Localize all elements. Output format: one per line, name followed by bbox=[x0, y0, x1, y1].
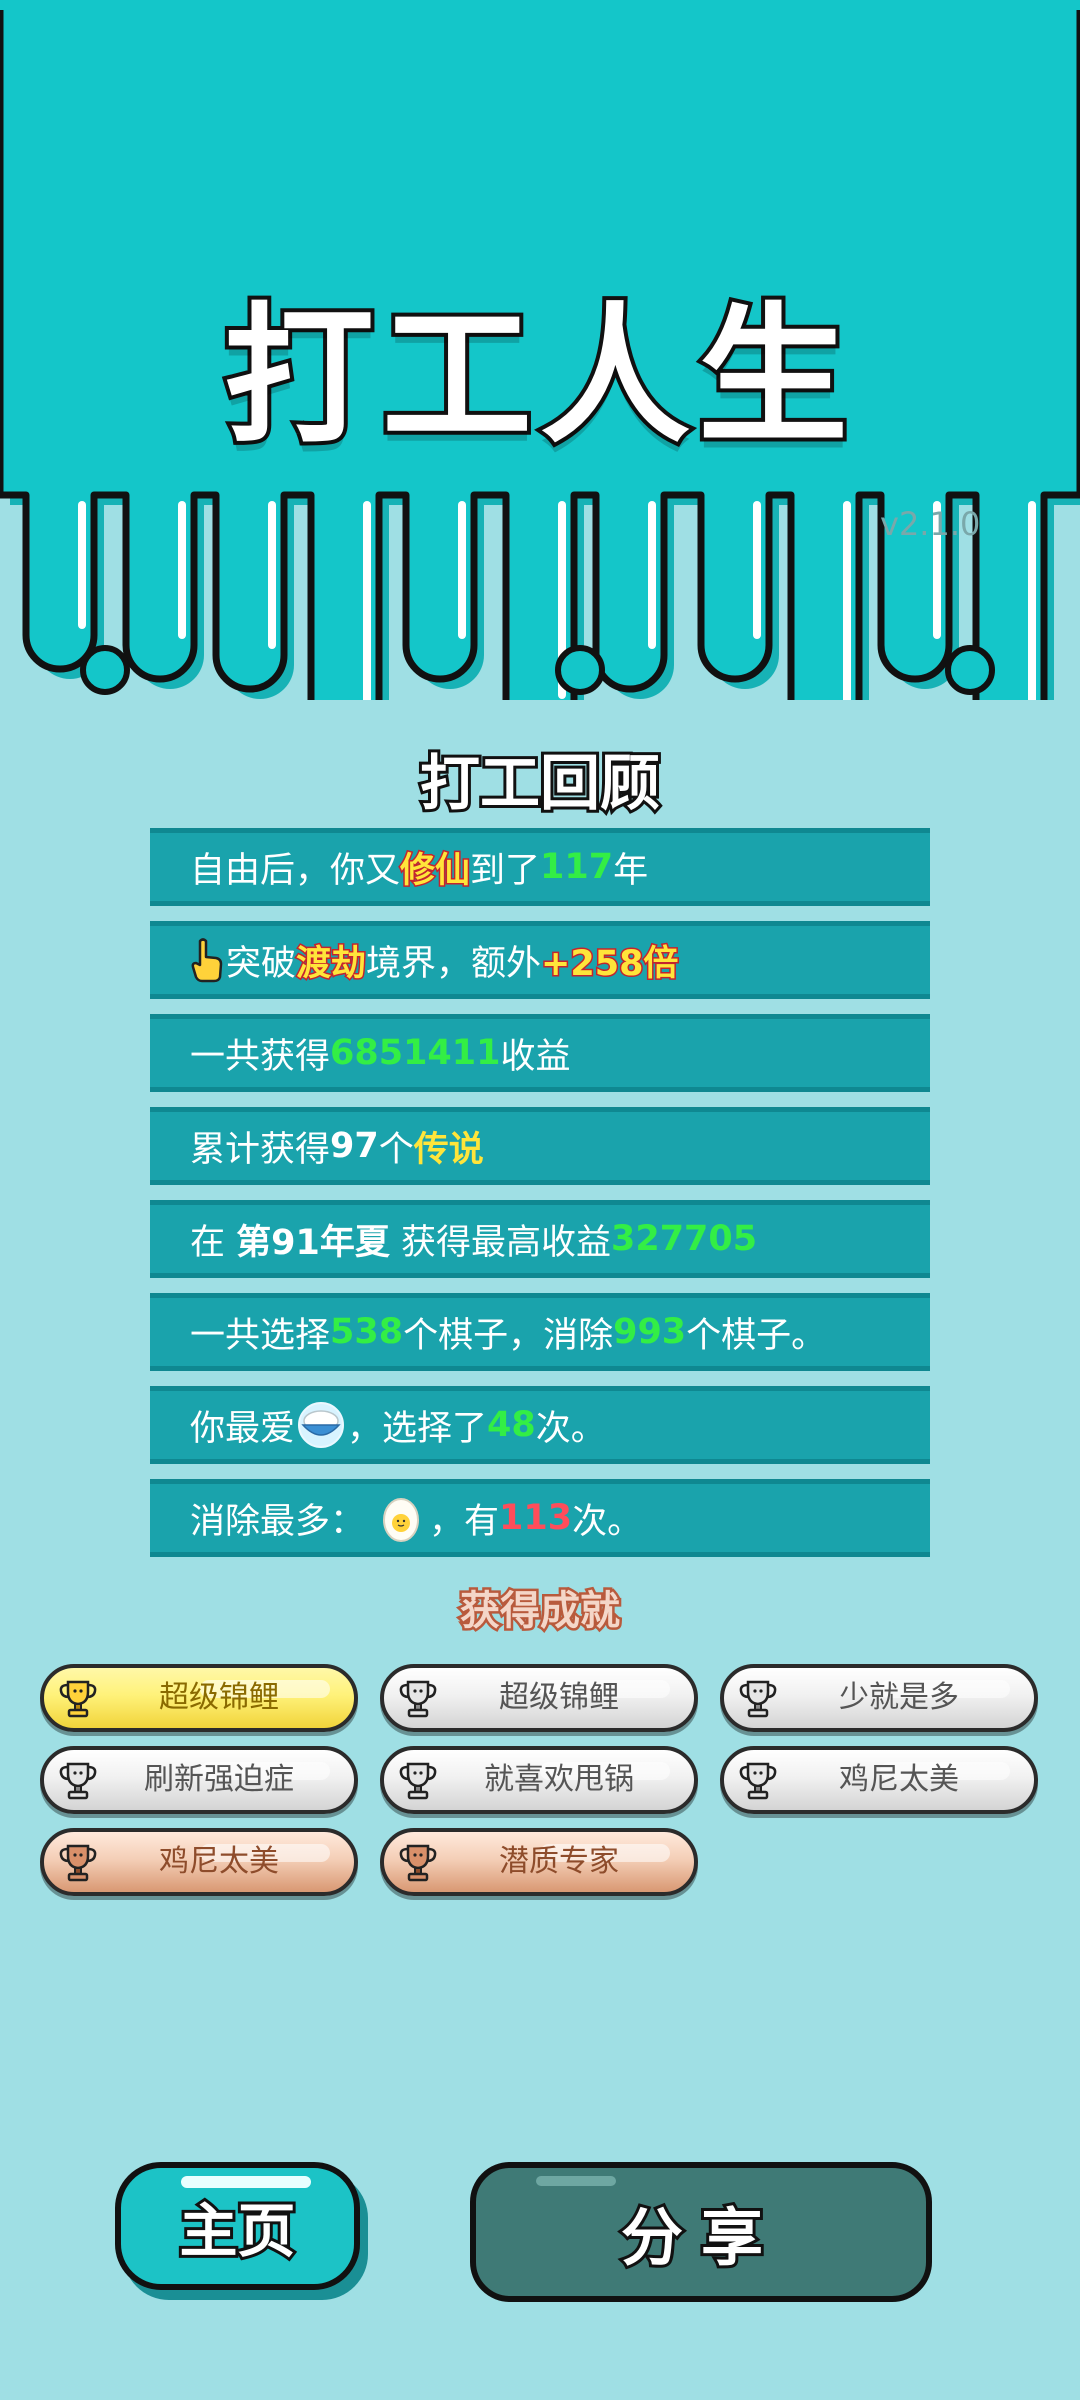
egg-icon bbox=[383, 1498, 420, 1542]
droplet bbox=[555, 645, 605, 695]
trophy-icon bbox=[59, 1762, 97, 1800]
review-text-segment: 突破 bbox=[226, 943, 297, 984]
achievement-label: 潜质专家 bbox=[499, 1844, 619, 1879]
review-row: 一共选择 538 个棋子，消除 993 个棋子。 bbox=[150, 1293, 930, 1371]
home-button-label: 主页 bbox=[176, 2194, 298, 2268]
review-text-segment: 个棋子。 bbox=[686, 1315, 827, 1356]
trophy-icon bbox=[399, 1680, 437, 1718]
achievement-label: 鸡尼太美 bbox=[159, 1844, 279, 1879]
achievement-badge[interactable]: 潜质专家 bbox=[380, 1828, 698, 1896]
home-button[interactable]: 主页 bbox=[115, 2162, 360, 2290]
version-label: v2.1.0 bbox=[880, 505, 981, 543]
rice-bowl-icon bbox=[298, 1402, 345, 1448]
review-row: 累计获得 97 个传说 bbox=[150, 1107, 930, 1185]
share-button[interactable]: 分享 bbox=[470, 2162, 932, 2302]
achievement-badge[interactable]: 超级锦鲤 bbox=[40, 1664, 358, 1732]
review-text-segment: 在 bbox=[190, 1222, 237, 1263]
review-text-segment: 传说 bbox=[413, 1129, 484, 1170]
achievement-label: 超级锦鲤 bbox=[159, 1680, 279, 1715]
trophy-icon bbox=[399, 1844, 437, 1882]
review-text-segment: 次。 bbox=[572, 1501, 643, 1542]
achievement-label: 鸡尼太美 bbox=[839, 1762, 959, 1797]
trophy-icon bbox=[59, 1680, 97, 1718]
header-fill bbox=[0, 0, 1080, 10]
review-row: 自由后，你又 修仙 到了 117 年 bbox=[150, 828, 930, 906]
review-text-segment: +258倍 bbox=[540, 942, 680, 985]
review-text-segment: 97 bbox=[330, 1126, 379, 1166]
share-button-label: 分享 bbox=[618, 2198, 781, 2277]
review-text-segment: 次。 bbox=[535, 1408, 606, 1449]
droplet bbox=[945, 645, 995, 695]
review-text-segment: 个棋子，消除 bbox=[403, 1315, 614, 1356]
review-text-segment: 一共选择 bbox=[190, 1315, 331, 1356]
review-text-segment: 获得最高收益 bbox=[389, 1222, 611, 1263]
review-text-segment: 消除最多： bbox=[190, 1501, 366, 1542]
review-text-segment: 自由后，你又 bbox=[190, 850, 401, 891]
button-highlight bbox=[181, 2176, 311, 2188]
review-text-segment: 个 bbox=[378, 1129, 414, 1170]
trophy-icon bbox=[739, 1762, 777, 1800]
achievement-badge[interactable]: 刷新强迫症 bbox=[40, 1746, 358, 1814]
pointing-hand-icon bbox=[191, 938, 223, 983]
achievement-badge[interactable]: 超级锦鲤 bbox=[380, 1664, 698, 1732]
achievement-badge[interactable]: 就喜欢甩锅 bbox=[380, 1746, 698, 1814]
achievement-badge[interactable]: 鸡尼太美 bbox=[720, 1746, 1038, 1814]
review-text-segment: 一共获得 bbox=[190, 1036, 331, 1077]
review-text-segment: 累计获得 bbox=[190, 1129, 331, 1170]
review-row: 消除最多： ，有 113 次。 bbox=[150, 1479, 930, 1557]
app-title: 打工人生 bbox=[220, 286, 856, 468]
review-text-segment: 327705 bbox=[611, 1219, 758, 1259]
button-highlight bbox=[536, 2176, 616, 2186]
review-row: 一共获得 6851411 收益 bbox=[150, 1014, 930, 1092]
review-text-segment: 113 bbox=[499, 1498, 573, 1538]
review-row: 突破 渡劫 境界，额外 +258倍 bbox=[150, 921, 930, 999]
review-text-segment: 6851411 bbox=[330, 1033, 501, 1073]
review-text-segment: 48 bbox=[487, 1405, 536, 1445]
review-text-segment: ，选择了 bbox=[347, 1408, 488, 1449]
review-row: 你最爱 ，选择了 48 次。 bbox=[150, 1386, 930, 1464]
review-text-segment: 修仙 bbox=[399, 849, 472, 892]
achievement-label: 少就是多 bbox=[839, 1680, 959, 1715]
review-title: 打工回顾 bbox=[417, 746, 663, 822]
review-text-segment: 117 bbox=[540, 847, 614, 887]
review-text-segment: 境界，额外 bbox=[366, 943, 542, 984]
droplet bbox=[80, 645, 130, 695]
achievements-title: 获得成就 bbox=[458, 1586, 623, 1637]
achievement-label: 刷新强迫症 bbox=[144, 1762, 294, 1797]
review-text-segment: ，有 bbox=[429, 1501, 500, 1542]
achievement-label: 就喜欢甩锅 bbox=[484, 1762, 634, 1797]
achievement-label: 超级锦鲤 bbox=[499, 1680, 619, 1715]
review-text-segment: 第91年夏 bbox=[236, 1222, 390, 1263]
trophy-icon bbox=[59, 1844, 97, 1882]
achievement-badge[interactable]: 少就是多 bbox=[720, 1664, 1038, 1732]
review-text-segment: 538 bbox=[330, 1312, 404, 1352]
review-row: 在 第91年夏 获得最高收益 327705 bbox=[150, 1200, 930, 1278]
review-list: 自由后，你又 修仙 到了 117 年 突破 渡劫 境界，额外 +258倍 一共获得 6851411… bbox=[150, 828, 930, 1572]
trophy-icon bbox=[739, 1680, 777, 1718]
review-text-segment: 渡劫 bbox=[295, 942, 368, 985]
trophy-icon bbox=[399, 1762, 437, 1800]
review-text-segment: 到了 bbox=[470, 850, 541, 891]
review-text-segment: 收益 bbox=[500, 1036, 571, 1077]
achievement-badge[interactable]: 鸡尼太美 bbox=[40, 1828, 358, 1896]
review-text-segment: 年 bbox=[613, 850, 649, 891]
review-text-segment: 993 bbox=[613, 1312, 687, 1352]
review-text-segment: 你最爱 bbox=[190, 1408, 296, 1449]
